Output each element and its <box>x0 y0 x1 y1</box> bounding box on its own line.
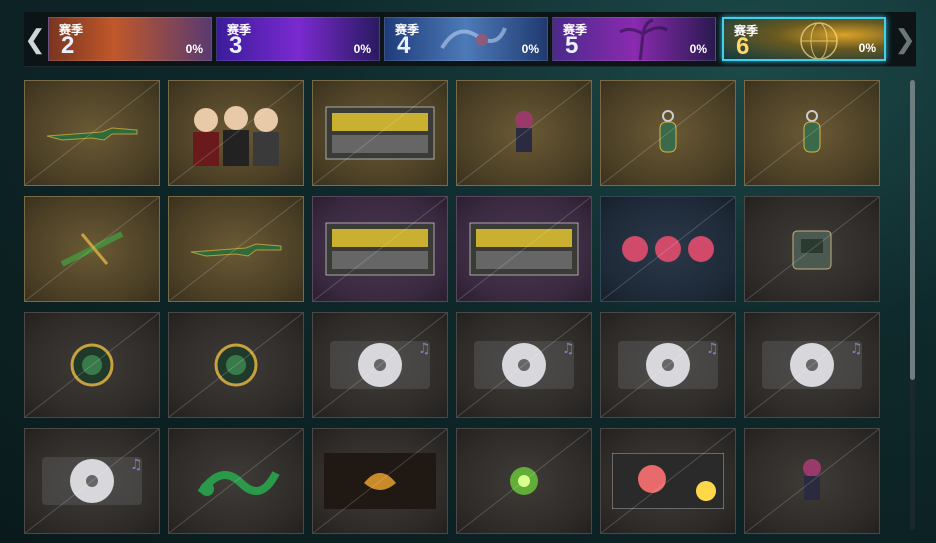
emblem-icon <box>169 313 303 417</box>
reward-card[interactable] <box>600 196 736 302</box>
reward-card[interactable] <box>24 196 160 302</box>
reward-card[interactable] <box>456 80 592 186</box>
snake-spray-icon <box>169 429 303 533</box>
season-tab-3[interactable]: 赛季 3 0% <box>216 17 380 61</box>
reward-card[interactable] <box>456 428 592 534</box>
rifle-icon <box>25 81 159 185</box>
season-tab-percent: 0% <box>689 42 707 56</box>
chibi-sticker-icon <box>601 197 735 301</box>
season-tab-2[interactable]: 赛季 2 0% <box>48 17 212 61</box>
weapon-crate-icon <box>313 81 447 185</box>
season-tab-6[interactable]: 赛季 6 0% <box>722 17 886 61</box>
svg-text:♫: ♫ <box>706 341 719 357</box>
character-figure-icon <box>457 81 591 185</box>
reward-card[interactable] <box>600 80 736 186</box>
music-disc-icon: ♫ <box>313 313 447 417</box>
reward-card[interactable] <box>168 428 304 534</box>
reward-card[interactable] <box>456 196 592 302</box>
music-disc-icon: ♫ <box>601 313 735 417</box>
svg-text:♫: ♫ <box>130 457 143 473</box>
backpack-icon <box>745 197 879 301</box>
reward-card[interactable] <box>168 312 304 418</box>
reward-card[interactable] <box>312 80 448 186</box>
reward-card[interactable]: ♫ <box>24 428 160 534</box>
emblem-icon <box>25 313 159 417</box>
weapon-crate-icon <box>457 197 591 301</box>
season-tab-percent: 0% <box>185 42 203 56</box>
chevron-left-icon[interactable]: ❮ <box>24 12 46 66</box>
season-tab-number: 4 <box>397 32 411 59</box>
music-disc-icon: ♫ <box>457 313 591 417</box>
reward-card[interactable] <box>168 196 304 302</box>
music-disc-icon: ♫ <box>25 429 159 533</box>
reward-card[interactable]: ♫ <box>600 312 736 418</box>
character-trio-icon <box>169 81 303 185</box>
season-tab-number: 3 <box>229 32 243 59</box>
reward-card[interactable]: ♫ <box>312 312 448 418</box>
season-tab-percent: 0% <box>521 42 539 56</box>
music-disc-icon: ♫ <box>745 313 879 417</box>
keychain-icon <box>601 81 735 185</box>
reward-card[interactable] <box>24 312 160 418</box>
globe-icon <box>800 22 838 59</box>
keychain-icon <box>745 81 879 185</box>
crossbow-icon <box>25 197 159 301</box>
season-tab-bar: ❮ 赛季 2 0% 赛季 3 0% 赛季 4 0% 赛季 5 0% 赛季 6 0… <box>24 12 916 67</box>
emoji-sticker-icon <box>601 429 735 533</box>
reward-card[interactable]: ♫ <box>456 312 592 418</box>
cobra-banner-icon <box>313 429 447 533</box>
season-tab-4[interactable]: 赛季 4 0% <box>384 17 548 61</box>
reward-card[interactable] <box>744 80 880 186</box>
svg-text:♫: ♫ <box>850 341 863 357</box>
reward-card[interactable]: ♫ <box>744 312 880 418</box>
svg-text:♫: ♫ <box>562 341 575 357</box>
character-figure-icon <box>745 429 879 533</box>
reward-card[interactable] <box>24 80 160 186</box>
reward-card[interactable] <box>744 196 880 302</box>
reward-card[interactable] <box>312 196 448 302</box>
green-orb-icon <box>457 429 591 533</box>
season-tab-number: 5 <box>565 32 579 59</box>
dragon-icon <box>440 27 507 50</box>
rifle-icon <box>169 197 303 301</box>
season-tab-percent: 0% <box>858 41 876 55</box>
svg-text:♫: ♫ <box>418 341 431 357</box>
reward-card[interactable] <box>744 428 880 534</box>
reward-card[interactable] <box>168 80 304 186</box>
reward-card[interactable] <box>600 428 736 534</box>
season-tab-5[interactable]: 赛季 5 0% <box>552 17 716 61</box>
reward-card[interactable] <box>312 428 448 534</box>
season-tab-percent: 0% <box>353 42 371 56</box>
chevron-right-icon[interactable]: ❯ <box>894 12 916 66</box>
season-tab-number: 6 <box>736 33 750 60</box>
weapon-crate-icon <box>313 197 447 301</box>
season-tab-number: 2 <box>61 32 75 59</box>
palm-tree-icon <box>619 18 668 60</box>
scrollbar-thumb[interactable] <box>910 80 915 380</box>
